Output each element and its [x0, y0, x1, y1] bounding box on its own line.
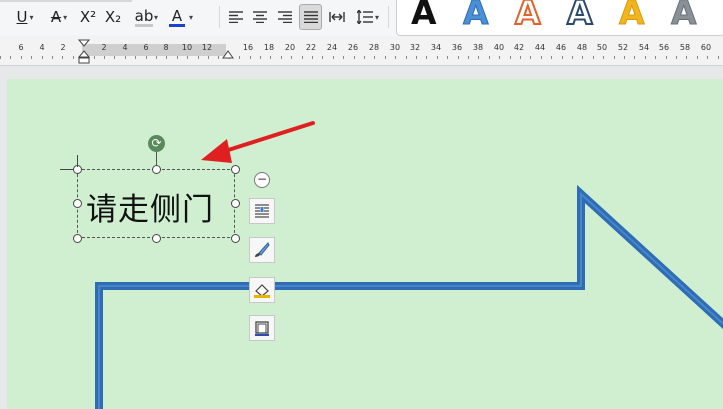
resize-handle-bottom[interactable]: [152, 234, 161, 243]
outline-icon: [254, 284, 270, 298]
text-wrap-button[interactable]: [249, 198, 275, 224]
rotation-handle-stem: [156, 152, 157, 165]
resize-handle-right[interactable]: [231, 199, 240, 208]
resize-handle-top[interactable]: [152, 165, 161, 174]
text-box-content[interactable]: 请走侧门: [86, 184, 214, 229]
rotate-icon[interactable]: ⟳: [148, 135, 165, 152]
fill-brush-button[interactable]: [249, 237, 275, 263]
corner-crop-mark: [60, 169, 74, 170]
resize-handle-top-right[interactable]: [231, 165, 240, 174]
frame-button[interactable]: [249, 315, 275, 341]
floating-quick-toolbar: [249, 171, 276, 341]
selected-text-box[interactable]: 请走侧门: [77, 169, 235, 238]
resize-handle-bottom-right[interactable]: [231, 234, 240, 243]
fill-brush-icon: [255, 242, 270, 257]
frame-icon: [255, 321, 269, 336]
red-pointer-arrow: [201, 121, 315, 163]
corner-crop-mark: [77, 155, 78, 167]
resize-handle-bottom-left[interactable]: [73, 234, 82, 243]
text-wrap-icon: [255, 204, 269, 218]
outline-button[interactable]: [249, 277, 275, 303]
resize-handle-left[interactable]: [73, 199, 82, 208]
